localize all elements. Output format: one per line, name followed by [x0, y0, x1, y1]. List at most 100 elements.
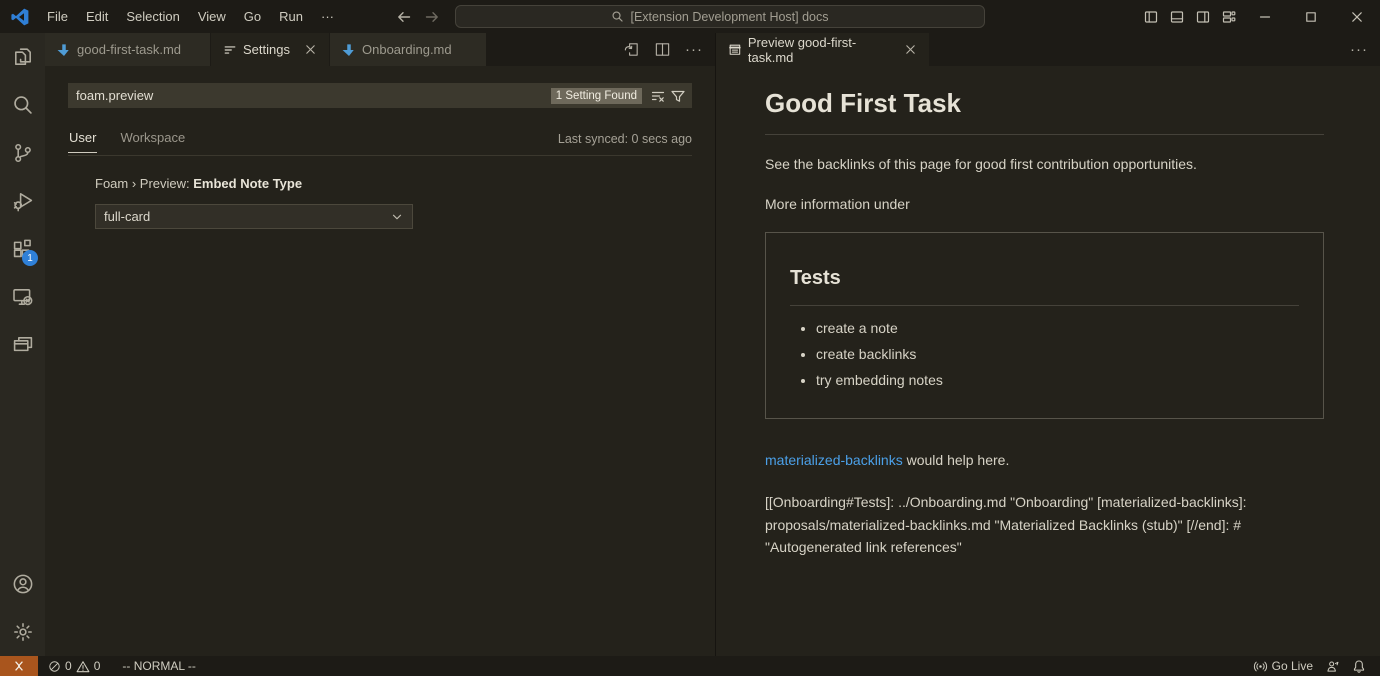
search-icon: [611, 10, 624, 23]
back-arrow-icon[interactable]: [396, 9, 412, 25]
editor-group-left: good-first-task.md Settings Onboarding.m…: [45, 33, 716, 656]
markdown-preview-icon: [728, 42, 742, 57]
tab-label: Preview good-first-task.md: [748, 35, 890, 65]
menu-selection[interactable]: Selection: [117, 0, 188, 33]
warnings-count: 0: [94, 659, 101, 673]
right-tab-bar: Preview good-first-task.md ···: [716, 33, 1380, 66]
scope-tab-user[interactable]: User: [68, 125, 97, 153]
close-window-button[interactable]: [1334, 0, 1380, 33]
preview-title: Good First Task: [765, 84, 1324, 135]
setting-name: Embed Note Type: [193, 176, 302, 191]
tab-preview-good-first-task[interactable]: Preview good-first-task.md: [716, 33, 930, 66]
left-tab-actions: ···: [623, 33, 703, 66]
vim-mode-status[interactable]: -- NORMAL --: [116, 656, 202, 676]
last-synced-label: Last synced: 0 secs ago: [558, 132, 692, 146]
statusbar-right: Go Live: [1247, 656, 1380, 676]
embed-note-type-dropdown[interactable]: full-card: [95, 204, 413, 229]
remote-indicator[interactable]: [0, 656, 38, 676]
menu-run[interactable]: Run: [270, 0, 312, 33]
tab-good-first-task[interactable]: good-first-task.md: [45, 33, 211, 66]
accounts-icon[interactable]: [0, 560, 45, 608]
preview-paragraph: More information under: [765, 194, 1324, 215]
settings-result-count-badge: 1 Setting Found: [551, 88, 642, 104]
extensions-icon[interactable]: 1: [0, 225, 45, 273]
errors-count: 0: [65, 659, 72, 673]
tab-label: Onboarding.md: [362, 42, 452, 57]
maximize-button[interactable]: [1288, 0, 1334, 33]
dropdown-value: full-card: [104, 209, 150, 224]
run-and-debug-icon[interactable]: [0, 177, 45, 225]
setting-category: Foam › Preview:: [95, 176, 193, 191]
close-tab-icon[interactable]: [904, 43, 917, 56]
setting-title: Foam › Preview: Embed Note Type: [95, 176, 413, 191]
vscode-logo-icon: [10, 7, 30, 27]
more-actions-icon[interactable]: ···: [685, 41, 703, 58]
tab-settings[interactable]: Settings: [211, 33, 330, 66]
settings-scope-tabs: User Workspace Last synced: 0 secs ago: [68, 122, 692, 156]
clear-settings-search-icon[interactable]: [648, 86, 668, 106]
list-item: create backlinks: [816, 344, 1299, 365]
filter-settings-icon[interactable]: [668, 86, 688, 106]
menu-go[interactable]: Go: [235, 0, 270, 33]
list-item: create a note: [816, 318, 1299, 339]
nav-history: [396, 0, 440, 33]
search-sidebar-icon[interactable]: [0, 81, 45, 129]
titlebar-controls: [1138, 0, 1380, 33]
person-icon: [1325, 659, 1340, 674]
menu-bar: File Edit Selection View Go Run ···: [38, 0, 343, 33]
bell-icon: [1352, 659, 1366, 674]
workbench: 1 good-first-task.md Settings: [0, 33, 1380, 656]
right-tab-actions: ···: [1350, 33, 1368, 66]
close-tab-icon[interactable]: [304, 43, 317, 56]
tab-label: good-first-task.md: [77, 42, 181, 57]
menu-file[interactable]: File: [38, 0, 77, 33]
toggle-secondary-sidebar-icon[interactable]: [1190, 0, 1216, 33]
split-editor-icon[interactable]: [654, 41, 671, 58]
go-live-label: Go Live: [1272, 659, 1313, 673]
materialized-backlinks-link[interactable]: materialized-backlinks: [765, 452, 903, 468]
more-actions-icon[interactable]: ···: [1350, 41, 1368, 58]
link-references-paragraph: [[Onboarding#Tests]: ../Onboarding.md "O…: [765, 491, 1324, 559]
notifications-button[interactable]: [1346, 656, 1372, 676]
preview-paragraph: See the backlinks of this page for good …: [765, 154, 1324, 175]
remote-explorer-icon[interactable]: [0, 273, 45, 321]
title-bar: File Edit Selection View Go Run ··· [Ext…: [0, 0, 1380, 33]
settings-search-box: 1 Setting Found: [68, 83, 692, 108]
windows-stack-icon[interactable]: [0, 321, 45, 369]
command-center-search[interactable]: [Extension Development Host] docs: [455, 5, 985, 28]
tab-label: Settings: [243, 42, 290, 57]
minimize-button[interactable]: [1242, 0, 1288, 33]
left-tab-bar: good-first-task.md Settings Onboarding.m…: [45, 33, 715, 66]
customize-layout-icon[interactable]: [1216, 0, 1242, 33]
go-live-button[interactable]: Go Live: [1247, 656, 1319, 676]
feedback-button[interactable]: [1319, 656, 1346, 676]
markdown-file-icon: [57, 43, 71, 57]
list-item: try embedding notes: [816, 370, 1299, 391]
embedded-note-list: create a note create backlinks try embed…: [790, 318, 1299, 391]
preview-link-line: materialized-backlinks would help here.: [765, 450, 1324, 471]
tune-icon: [223, 43, 237, 57]
toggle-sidebar-icon[interactable]: [1138, 0, 1164, 33]
explorer-icon[interactable]: [0, 33, 45, 81]
problems-status[interactable]: 0 0: [42, 656, 106, 676]
menu-more[interactable]: ···: [312, 0, 343, 33]
forward-arrow-icon[interactable]: [424, 9, 440, 25]
settings-search-input[interactable]: [76, 88, 551, 103]
tab-onboarding[interactable]: Onboarding.md: [330, 33, 487, 66]
status-bar: 0 0 -- NORMAL -- Go Live: [0, 656, 1380, 676]
source-control-icon[interactable]: [0, 129, 45, 177]
open-settings-json-icon[interactable]: [623, 41, 640, 58]
settings-gear-icon[interactable]: [0, 608, 45, 656]
scope-tab-workspace[interactable]: Workspace: [119, 125, 186, 152]
toggle-panel-icon[interactable]: [1164, 0, 1190, 33]
menu-edit[interactable]: Edit: [77, 0, 117, 33]
link-tail-text: would help here.: [903, 452, 1010, 468]
activity-bar: 1: [0, 33, 45, 656]
menu-view[interactable]: View: [189, 0, 235, 33]
chevron-down-icon: [390, 210, 404, 224]
vscode-window: File Edit Selection View Go Run ··· [Ext…: [0, 0, 1380, 676]
vim-mode-text: -- NORMAL --: [122, 659, 196, 673]
command-center-text: [Extension Development Host] docs: [630, 10, 828, 24]
errors-icon: [48, 660, 61, 673]
warnings-icon: [76, 660, 90, 673]
